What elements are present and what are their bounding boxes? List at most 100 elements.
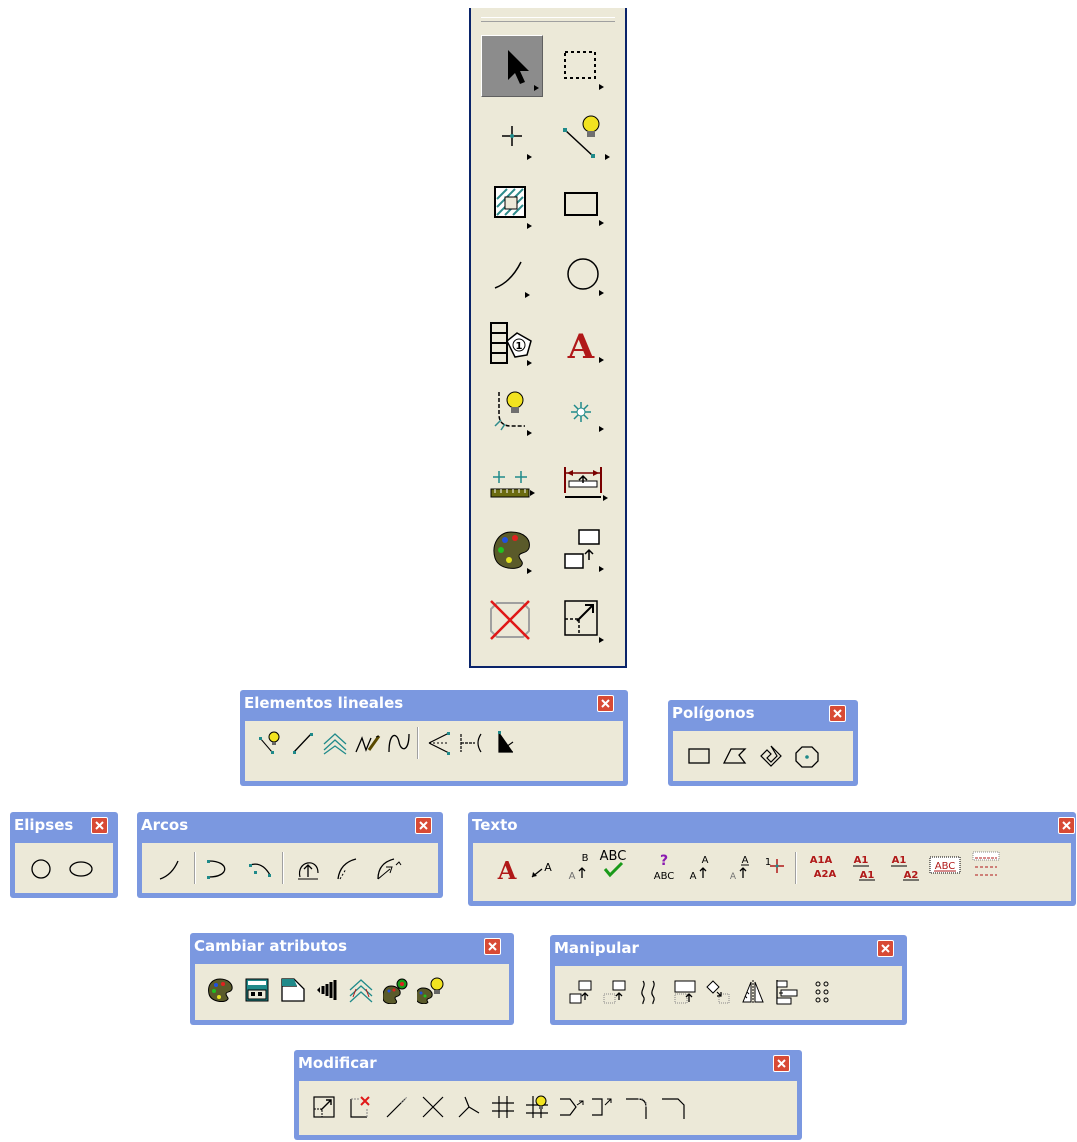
place-text-icon[interactable]: A	[495, 855, 523, 885]
multi-line-icon[interactable]	[321, 728, 349, 756]
palette-modificar: Modificar	[294, 1050, 802, 1140]
svg-text:A: A	[569, 871, 576, 882]
change-attributes-icon[interactable]	[207, 976, 235, 1004]
mirror-icon[interactable]	[739, 978, 767, 1006]
cell-tag-icon[interactable]: 1	[481, 311, 543, 373]
snap-point-icon[interactable]	[555, 380, 617, 442]
change-element-to-active-fill-icon[interactable]	[243, 976, 271, 1004]
smart-fillet-icon[interactable]	[481, 380, 543, 442]
polygon-icon[interactable]	[721, 743, 749, 771]
copy-move-icon[interactable]	[555, 518, 617, 580]
extend-to-intersection-icon[interactable]	[419, 1093, 447, 1121]
extend-line-icon[interactable]	[383, 1093, 411, 1121]
palette-title[interactable]: Elementos lineales	[244, 694, 403, 712]
copy-element-icon[interactable]	[567, 978, 595, 1006]
close-icon[interactable]	[597, 695, 614, 712]
spell-check-icon[interactable]: ABC	[595, 847, 626, 878]
stream-line-icon[interactable]	[353, 728, 381, 756]
move-parallel-icon[interactable]	[635, 978, 663, 1006]
smart-match-icon[interactable]	[415, 976, 445, 1005]
svg-text:ABC: ABC	[654, 871, 675, 882]
selection-fence-icon[interactable]	[555, 35, 617, 97]
insert-vertex-icon[interactable]	[557, 1093, 585, 1121]
align-edges-icon[interactable]	[773, 978, 801, 1006]
smart-line-icon[interactable]	[257, 728, 285, 756]
modify-element-icon[interactable]	[311, 1093, 339, 1121]
copy-text-enter-data-icon[interactable]: A1 A1	[847, 849, 875, 881]
construct-chamfer-icon[interactable]	[659, 1093, 687, 1121]
construct-circular-fillet-icon[interactable]	[623, 1093, 651, 1121]
close-icon[interactable]	[1058, 817, 1075, 834]
modify-line-style-icon[interactable]	[279, 976, 307, 1004]
find-text-icon[interactable]: ? ABC	[649, 851, 677, 882]
smart-line-icon[interactable]	[555, 104, 617, 166]
arc-icon[interactable]	[156, 855, 184, 883]
extend-to-element-icon[interactable]	[455, 1093, 483, 1121]
modify-arc-axis-icon[interactable]	[374, 855, 402, 883]
match-text-attributes-icon[interactable]: AA	[727, 851, 755, 882]
palette-attributes-icon[interactable]	[481, 518, 543, 580]
palette-title[interactable]: Arcos	[141, 816, 188, 834]
trim-multiple-icon[interactable]	[489, 1093, 517, 1121]
display-text-attributes-icon[interactable]: 1	[761, 853, 789, 881]
rectangle-icon[interactable]	[555, 173, 617, 235]
orthogonal-shape-icon[interactable]	[757, 743, 785, 771]
enter-data-fields-icon[interactable]	[971, 849, 1000, 877]
close-icon[interactable]	[877, 940, 894, 957]
extend-fit-icon[interactable]	[555, 587, 617, 649]
scale-icon[interactable]	[671, 978, 699, 1006]
select-arrow-icon[interactable]	[481, 35, 543, 97]
modify-weight-icon[interactable]	[313, 976, 341, 1004]
circle-icon[interactable]	[555, 242, 617, 304]
delete-vertex-icon[interactable]	[589, 1093, 617, 1121]
modify-arc-angle-icon[interactable]	[334, 855, 362, 883]
palette-title[interactable]: Cambiar atributos	[194, 937, 347, 955]
close-icon[interactable]	[484, 938, 501, 955]
increment-enter-data-icon[interactable]: A1 A2	[887, 849, 919, 881]
line-icon[interactable]	[289, 728, 317, 756]
svg-text:A: A	[544, 861, 552, 874]
increment-text-icon[interactable]: A1A A2A	[803, 849, 837, 880]
regular-polygon-icon[interactable]	[793, 743, 821, 771]
change-text-attributes-icon[interactable]: AA	[687, 851, 715, 882]
edit-text-icon[interactable]: BA	[565, 851, 593, 882]
svg-text:A: A	[497, 856, 517, 883]
svg-text:A1A: A1A	[810, 855, 833, 866]
close-icon[interactable]	[829, 705, 846, 722]
match-element-attributes-icon[interactable]	[382, 976, 411, 1005]
palette-title[interactable]: Polígonos	[672, 704, 755, 722]
dimension-icon[interactable]	[555, 449, 617, 511]
toolbox-grip[interactable]	[481, 17, 615, 22]
text-icon[interactable]: A	[555, 311, 617, 373]
palette-title[interactable]: Modificar	[298, 1054, 377, 1072]
measure-distance-icon[interactable]	[481, 449, 543, 511]
change-multiline-icon[interactable]	[347, 976, 375, 1004]
modify-arc-radius-icon[interactable]	[294, 855, 322, 883]
perpendicular-line-icon[interactable]	[489, 728, 517, 756]
construct-array-icon[interactable]	[809, 978, 837, 1006]
tangent-line-icon[interactable]	[457, 728, 485, 756]
hatch-pattern-icon[interactable]	[481, 173, 543, 235]
place-note-icon[interactable]: A	[528, 855, 556, 883]
close-icon[interactable]	[415, 817, 432, 834]
palette-title[interactable]: Manipular	[554, 939, 639, 957]
intellitrim-icon[interactable]	[523, 1093, 551, 1121]
close-icon[interactable]	[773, 1055, 790, 1072]
move-element-icon[interactable]	[601, 978, 629, 1006]
angle-bisector-icon[interactable]	[425, 728, 453, 756]
ellipse-icon[interactable]	[67, 855, 95, 883]
delete-icon[interactable]	[481, 587, 543, 649]
point-icon[interactable]	[481, 104, 543, 166]
half-ellipse-icon[interactable]	[204, 855, 232, 883]
close-icon[interactable]	[91, 817, 108, 834]
quarter-ellipse-icon[interactable]	[246, 855, 274, 883]
curve-icon[interactable]	[385, 728, 413, 756]
palette-title[interactable]: Elipses	[14, 816, 73, 834]
fill-enter-data-icon[interactable]: ABC	[928, 851, 961, 879]
rectangle-icon[interactable]	[685, 743, 713, 771]
arc-icon[interactable]	[481, 242, 543, 304]
circle-icon[interactable]	[27, 855, 55, 883]
palette-title[interactable]: Texto	[472, 816, 518, 834]
delete-part-icon[interactable]	[347, 1093, 375, 1121]
rotate-icon[interactable]	[705, 978, 733, 1006]
